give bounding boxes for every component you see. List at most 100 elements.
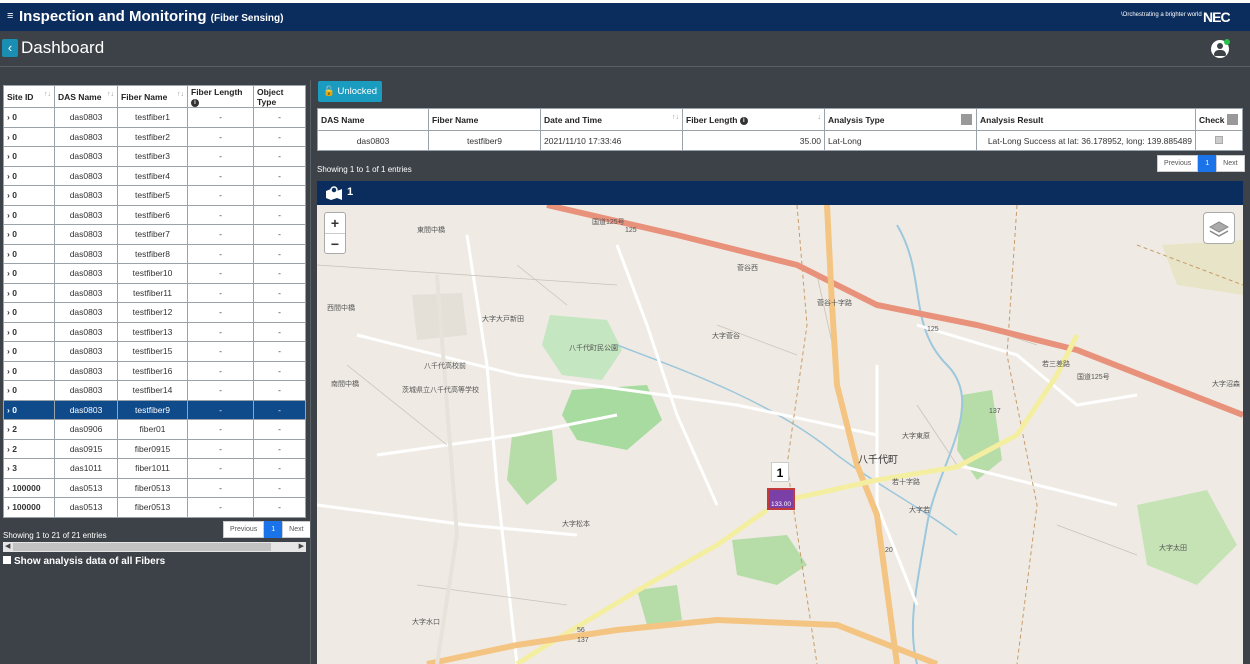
table-row[interactable]: › 0 das0803 testfiber3- - [3, 146, 306, 167]
column-date-time[interactable]: Date and Time ↑↓ [540, 108, 683, 131]
table-row[interactable]: › 0 das0803 testfiber11- - [3, 282, 306, 303]
cell-das-name: das0803 [54, 165, 118, 186]
sort-icon[interactable]: ↑↓ [44, 91, 51, 98]
cell-fiber-length: - [187, 204, 254, 225]
map-label: 大字水口 [412, 619, 440, 626]
column-fiber-length[interactable]: Fiber Length i ↓ [682, 108, 825, 131]
cell-fiber-name: testfiber8 [117, 243, 188, 264]
layers-icon [1208, 221, 1230, 237]
table-row[interactable]: › 0 das0803 testfiber10- - [3, 263, 306, 284]
table-row[interactable]: › 3 das1011 fiber1011- - [3, 458, 306, 479]
sort-icon[interactable]: ↑↓ [107, 91, 114, 98]
cell-object-type: - [253, 477, 306, 498]
table-row[interactable]: › 0 das0803 testfiber9- - [3, 399, 306, 420]
table-row[interactable]: › 2 das0906 fiber01- - [3, 419, 306, 440]
table-row[interactable]: › 100000 das0513 fiber0513- - [3, 477, 306, 498]
cell-site-id: › 0 [3, 380, 55, 401]
zoom-out-button[interactable]: − [325, 233, 345, 253]
table-row[interactable]: › 0 das0803 testfiber2- - [3, 126, 306, 147]
unlocked-button[interactable]: 🔓 Unlocked [318, 81, 382, 102]
cell-das-name: das0803 [317, 130, 429, 151]
cell-object-type: - [253, 282, 306, 303]
cell-fiber-name: testfiber9 [117, 399, 188, 420]
next-page-button[interactable]: Next [1216, 155, 1245, 172]
cell-site-id: › 0 [3, 399, 55, 420]
map-label: 南間中橋 [331, 381, 359, 388]
map-label: 菅谷十字路 [817, 300, 852, 307]
table-row[interactable]: › 0 das0803 testfiber15- - [3, 341, 306, 362]
table-row[interactable]: › 0 das0803 testfiber14- - [3, 380, 306, 401]
cell-fiber-length: - [187, 146, 254, 167]
map-cluster-marker[interactable]: 1 [771, 462, 789, 482]
column-fiber-length[interactable]: Fiber Length i [187, 85, 254, 108]
cell-das-name: das0803 [54, 146, 118, 167]
column-object-type[interactable]: Object Type [253, 85, 306, 108]
column-analysis-type[interactable]: Analysis Type [824, 108, 977, 131]
map-label: 大字大戸新田 [482, 316, 524, 323]
previous-page-button[interactable]: Previous [223, 521, 265, 538]
cell-object-type: - [253, 438, 306, 459]
cell-fiber-name: testfiber6 [117, 204, 188, 225]
checkbox-icon[interactable] [3, 556, 11, 564]
table-row[interactable]: › 0 das0803 testfiber8- - [3, 243, 306, 264]
show-all-fibers-checkbox[interactable]: Show analysis data of all Fibers [3, 556, 165, 567]
column-site-id[interactable]: Site ID ↑↓ [3, 85, 55, 108]
cell-object-type: - [253, 497, 306, 518]
check-checkbox[interactable] [1215, 135, 1223, 144]
table-row[interactable]: › 0 das0803 testfiber16- - [3, 360, 306, 381]
menu-icon[interactable]: ≡ [7, 10, 13, 22]
column-fiber-name[interactable]: Fiber Name [428, 108, 541, 131]
sort-icon[interactable]: ↓ [818, 114, 822, 121]
table-row[interactable]: › 0 das0803 testfiber13- - [3, 321, 306, 342]
table-row[interactable]: › 0 das0803 testfiber1- - [3, 107, 306, 128]
page-1-button[interactable]: 1 [264, 521, 283, 538]
horizontal-scrollbar[interactable]: ◀ ▶ [3, 542, 306, 552]
column-das-name[interactable]: DAS Name ↑↓ [54, 85, 118, 108]
back-button[interactable]: ‹ [2, 39, 18, 57]
map-view[interactable]: + − 国道125号 125 東間中橋 西間中橋 大字大戸新田 八千代町民公園 … [317, 205, 1243, 664]
column-das-name[interactable]: DAS Name [317, 108, 429, 131]
filter-icon[interactable] [1227, 114, 1238, 125]
page-1-button[interactable]: 1 [1198, 155, 1217, 172]
scroll-left-icon[interactable]: ◀ [5, 542, 10, 550]
previous-page-button[interactable]: Previous [1157, 155, 1199, 172]
cell-site-id: › 0 [3, 302, 55, 323]
fiber-position-marker[interactable]: 133.00 [767, 488, 795, 510]
sort-icon[interactable]: ↑↓ [672, 114, 679, 121]
map-label: 125 [927, 326, 939, 333]
table-row[interactable]: › 0 das0803 testfiber6- - [3, 204, 306, 225]
user-avatar-icon[interactable] [1211, 39, 1230, 58]
column-analysis-result[interactable]: Analysis Result [976, 108, 1196, 131]
cell-check[interactable] [1195, 130, 1243, 151]
zoom-in-button[interactable]: + [325, 213, 345, 233]
table-row[interactable]: › 0 das0803 testfiber7- - [3, 224, 306, 245]
cell-fiber-length: - [187, 477, 254, 498]
table-row[interactable]: › 0 das0803 testfiber12- - [3, 302, 306, 323]
next-page-button[interactable]: Next [282, 521, 311, 538]
app-subtitle: (Fiber Sensing) [210, 13, 284, 24]
scrollbar-thumb[interactable] [13, 543, 271, 551]
cell-fiber-name: testfiber13 [117, 321, 188, 342]
cell-site-id: › 0 [3, 263, 55, 284]
filter-icon[interactable] [961, 114, 972, 125]
cell-das-name: das0915 [54, 438, 118, 459]
cell-fiber-name: testfiber10 [117, 263, 188, 284]
table-row[interactable]: › 0 das0803 testfiber4- - [3, 165, 306, 186]
cell-fiber-length: - [187, 185, 254, 206]
column-check[interactable]: Check [1195, 108, 1243, 131]
layers-button[interactable] [1203, 212, 1235, 244]
column-fiber-name[interactable]: Fiber Name ↑↓ [117, 85, 188, 108]
brand-tagline: \Orchestrating a brighter world [1121, 12, 1202, 18]
table-row[interactable]: das0803 testfiber9 2021/11/10 17:33:46 3… [317, 130, 1243, 151]
table-row[interactable]: › 0 das0803 testfiber5- - [3, 185, 306, 206]
map-label: 大字沼森 [1212, 381, 1240, 388]
cell-date-time: 2021/11/10 17:33:46 [540, 130, 683, 151]
map-marker-icon [326, 186, 342, 200]
table-row[interactable]: › 2 das0915 fiber0915- - [3, 438, 306, 459]
cell-object-type: - [253, 126, 306, 147]
table-row[interactable]: › 100000 das0513 fiber0513- - [3, 497, 306, 518]
scroll-right-icon[interactable]: ▶ [299, 542, 304, 550]
sort-icon[interactable]: ↑↓ [177, 91, 184, 98]
cell-site-id: › 3 [3, 458, 55, 479]
cell-site-id: › 0 [3, 321, 55, 342]
